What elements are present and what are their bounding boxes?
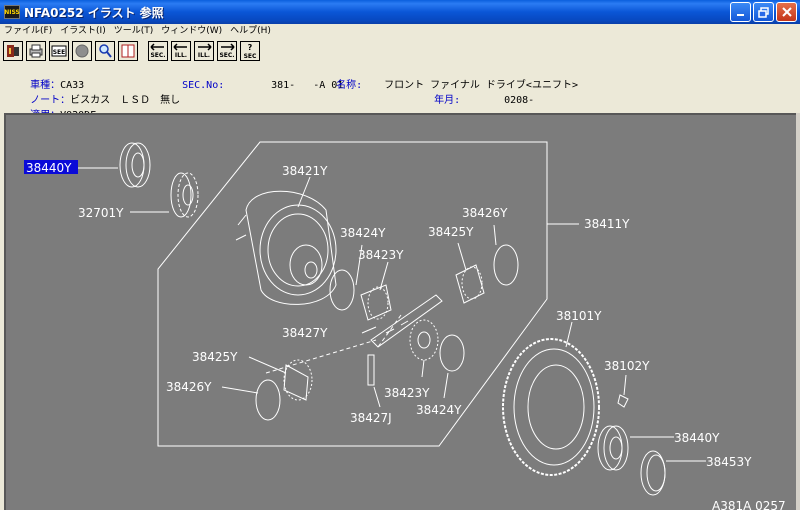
book-icon [121, 44, 135, 58]
assembly-boundary [157, 141, 548, 447]
info-row-3: 適用：VQ20DE [6, 93, 96, 121]
shim-part[interactable] [640, 450, 666, 496]
toolbar: SEE SEC. ILL. ILL. SEC. ? SEC [0, 39, 800, 63]
menu-tools[interactable]: ツール(T) [110, 24, 158, 38]
name-info: 名称: [312, 63, 362, 91]
date-value: 0208- [504, 95, 535, 106]
washer-lower-part[interactable] [439, 334, 465, 372]
ring-gear-bolt-part[interactable] [617, 394, 629, 408]
parts-diagram: 38440Y 32701Y 38421Y 38426Y 38411Y 38424… [24, 141, 786, 510]
title-bar: NISS NFA0252 イラスト 参照 [0, 0, 800, 24]
next-sec-button[interactable]: SEC. [217, 41, 237, 61]
info-panel: 車種：CA33 SEC.No: 381- -A 01 名称: フロント ファイナ… [0, 63, 800, 121]
prev-sec-button[interactable]: SEC. [148, 41, 168, 61]
label-38423y-a[interactable]: 38423Y [358, 248, 404, 262]
figure-id: A381A 0257 [712, 499, 786, 510]
bearing-lower-part[interactable] [597, 425, 629, 471]
label-38423y-b[interactable]: 38423Y [384, 386, 430, 400]
next-sec-icon: SEC. [219, 43, 235, 59]
next-ill-button[interactable]: ILL. [194, 41, 214, 61]
label-38427j[interactable]: 38427J [350, 411, 392, 425]
next-ill-icon: ILL. [198, 43, 212, 59]
pinion-right-part[interactable] [455, 264, 485, 304]
sec-query-icon: ?SEC [244, 43, 257, 60]
label-38101y[interactable]: 38101Y [556, 309, 602, 323]
date-value-wrap: 0208- [480, 78, 534, 106]
pinion-left-part[interactable] [283, 359, 313, 401]
info-row-2: ノート：ビスカス ＬＳＤ 無し [6, 78, 180, 106]
date-info: 年月: [410, 78, 460, 106]
label-32701y[interactable]: 32701Y [78, 206, 124, 220]
menu-window[interactable]: ウィンドウ(W) [157, 24, 226, 38]
sel-icon: SEE [51, 45, 67, 57]
label-38426y-a[interactable]: 38426Y [462, 206, 508, 220]
washer-left-part[interactable] [255, 379, 281, 421]
washer-right-part[interactable] [493, 244, 519, 286]
search-button[interactable] [95, 41, 115, 61]
menu-illust[interactable]: イラスト(I) [56, 24, 110, 38]
menu-bar: ファイル(F) イラスト(I) ツール(T) ウィンドウ(W) ヘルプ(H) [0, 24, 800, 38]
label-38453y[interactable]: 38453Y [706, 455, 752, 469]
label-38427y[interactable]: 38427Y [282, 326, 328, 340]
prev-ill-icon: ILL. [173, 43, 187, 59]
svg-text:ILL.: ILL. [198, 52, 210, 59]
pinion-shaft-part[interactable] [370, 294, 443, 348]
minimize-button[interactable] [730, 2, 751, 22]
menu-help[interactable]: ヘルプ(H) [226, 24, 275, 38]
name-label: 名称: [336, 80, 363, 91]
printer-icon [29, 44, 43, 58]
svg-text:ILL.: ILL. [175, 52, 187, 59]
side-gear-part[interactable] [170, 172, 199, 218]
label-38424y-b[interactable]: 38424Y [416, 403, 462, 417]
svg-text:SEC.: SEC. [150, 52, 165, 59]
exit-icon [7, 45, 19, 57]
minimize-icon [736, 14, 744, 16]
circle-icon [75, 44, 89, 58]
label-38440y-b[interactable]: 38440Y [674, 431, 720, 445]
pinion-upper-part[interactable] [360, 284, 392, 321]
diff-case-part[interactable] [235, 190, 337, 305]
close-button[interactable] [776, 2, 797, 22]
book-button[interactable] [118, 41, 138, 61]
vertical-scrollbar[interactable] [796, 113, 800, 510]
app-icon[interactable]: NISS [4, 5, 20, 19]
menu-file[interactable]: ファイル(F) [0, 24, 56, 38]
date-label: 年月: [434, 95, 461, 106]
sel-button[interactable]: SEE [49, 41, 69, 61]
prev-sec-icon: SEC. [150, 43, 166, 59]
label-38440y-a[interactable]: 38440Y [26, 161, 72, 175]
close-icon [781, 7, 792, 17]
window-title: NFA0252 イラスト 参照 [24, 5, 164, 20]
stop-button[interactable] [72, 41, 92, 61]
info-row-1: 車種：CA33 [6, 63, 84, 91]
label-38425y-a[interactable]: 38425Y [428, 225, 474, 239]
label-38102y[interactable]: 38102Y [604, 359, 650, 373]
label-38421y[interactable]: 38421Y [282, 164, 328, 178]
sec-info: SEC.No: [158, 63, 224, 91]
svg-text:SEC: SEC [244, 53, 257, 60]
label-38424y-a[interactable]: 38424Y [340, 226, 386, 240]
prev-ill-button[interactable]: ILL. [171, 41, 191, 61]
name-value-wrap: フロント ファイナル ドライブ<ユニフト> [360, 63, 578, 91]
svg-text:SEE: SEE [53, 49, 66, 56]
label-38411y[interactable]: 38411Y [584, 217, 630, 231]
restore-icon [758, 6, 769, 18]
sec-label: SEC.No: [182, 80, 225, 91]
label-38425y-b[interactable]: 38425Y [192, 350, 238, 364]
illustration-canvas[interactable]: 38440Y 32701Y 38421Y 38426Y 38411Y 38424… [4, 113, 800, 510]
pinion-lower-part[interactable] [409, 319, 439, 361]
lock-pin-part[interactable] [367, 354, 375, 386]
maximize-button[interactable] [753, 2, 774, 22]
bearing-part[interactable] [119, 142, 151, 188]
label-38426y-b[interactable]: 38426Y [166, 380, 212, 394]
svg-text:SEC.: SEC. [219, 52, 234, 59]
print-button[interactable] [26, 41, 46, 61]
magnifier-icon [99, 44, 112, 58]
svg-text:?: ? [248, 43, 253, 52]
sec-query-button[interactable]: ? SEC [240, 41, 260, 61]
ring-gear-part[interactable] [502, 338, 600, 476]
exit-button[interactable] [3, 41, 23, 61]
